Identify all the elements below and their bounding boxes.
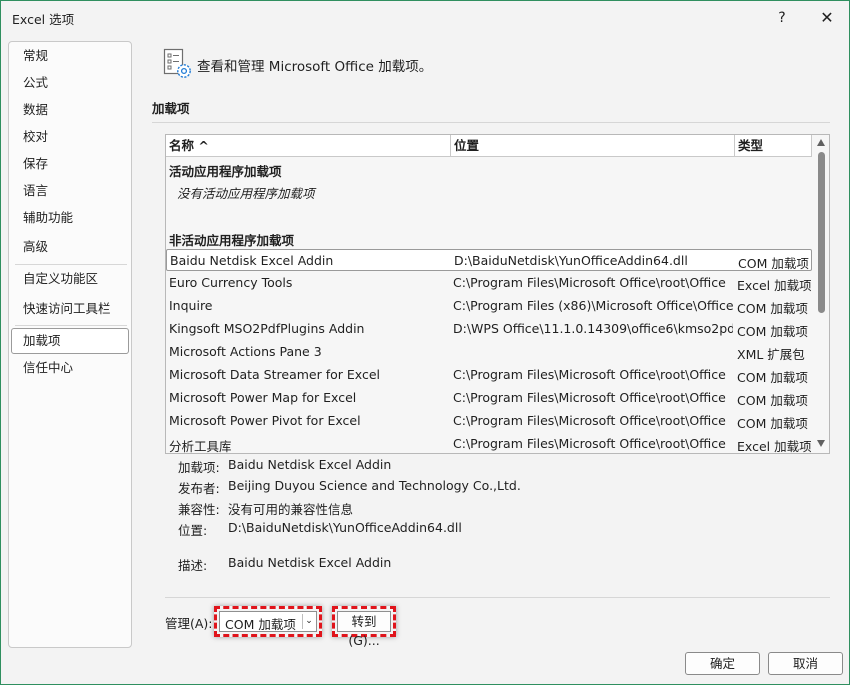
options-sidebar: 常规 公式 数据 校对 保存 语言 辅助功能 高级 自定义功能区 快速访问工具栏… — [8, 41, 132, 648]
table-row[interactable]: Euro Currency Tools C:\Program Files\Mic… — [166, 272, 812, 294]
row-name: Microsoft Power Pivot for Excel — [169, 413, 361, 428]
row-name: Kingsoft MSO2PdfPlugins Addin — [169, 321, 365, 336]
table-header: 名称 ^ 位置 类型 — [166, 135, 812, 157]
sidebar-item-advanced[interactable]: 高级 — [11, 234, 129, 260]
sidebar-item-general[interactable]: 常规 — [11, 43, 129, 69]
excel-options-dialog: Excel 选项 ? ✕ 常规 公式 数据 校对 保存 语言 辅助功能 高级 自… — [0, 0, 850, 685]
row-location: D:\WPS Office\11.1.0.14309\office6\kmso2… — [453, 321, 733, 336]
row-type: Excel 加载项 — [737, 439, 811, 454]
manage-select[interactable]: COM 加载项 ⌄ — [219, 611, 317, 632]
table-row[interactable]: Microsoft Actions Pane 3 XML 扩展包 — [166, 341, 812, 363]
chevron-down-icon[interactable]: ⌄ — [302, 614, 315, 629]
row-type: XML 扩展包 — [737, 347, 805, 362]
row-name: Euro Currency Tools — [169, 275, 293, 290]
table-row[interactable]: Microsoft Power Map for Excel C:\Program… — [166, 387, 812, 409]
detail-publisher-value: Beijing Duyou Science and Technology Co.… — [228, 478, 521, 493]
section-title: 加载项 — [152, 101, 190, 116]
row-type: COM 加载项 — [738, 256, 809, 271]
row-type: COM 加载项 — [737, 416, 808, 431]
page-description: 查看和管理 Microsoft Office 加载项。 — [197, 59, 433, 75]
group-active-addins: 活动应用程序加载项 — [169, 164, 282, 179]
window-title: Excel 选项 — [12, 12, 75, 27]
row-name: Microsoft Actions Pane 3 — [169, 344, 322, 359]
column-header-name[interactable]: 名称 ^ — [166, 135, 451, 157]
row-location: C:\Program Files\Microsoft Office\root\O… — [453, 413, 726, 428]
detail-location-value: D:\BaiduNetdisk\YunOfficeAddin64.dll — [228, 520, 462, 535]
row-location: C:\Program Files\Microsoft Office\root\O… — [453, 390, 726, 405]
sidebar-item-proofing[interactable]: 校对 — [11, 124, 129, 150]
table-row[interactable]: 分析工具库 C:\Program Files\Microsoft Office\… — [166, 433, 812, 454]
manage-label: 管理(A): — [165, 616, 213, 631]
table-row[interactable]: Microsoft Data Streamer for Excel C:\Pro… — [166, 364, 812, 386]
detail-publisher-label: 发布者: — [178, 481, 220, 496]
row-type: COM 加载项 — [737, 301, 808, 316]
active-empty-message: 没有活动应用程序加载项 — [177, 186, 315, 201]
row-location: C:\Program Files\Microsoft Office\root\O… — [453, 436, 726, 451]
scroll-thumb[interactable] — [818, 152, 825, 313]
sidebar-item-quick-access-toolbar[interactable]: 快速访问工具栏 — [11, 296, 129, 322]
sidebar-item-accessibility[interactable]: 辅助功能 — [11, 205, 129, 231]
detail-description-label: 描述: — [178, 558, 208, 573]
column-header-location[interactable]: 位置 — [451, 135, 735, 157]
sidebar-item-addins[interactable]: 加载项 — [11, 328, 129, 354]
sidebar-item-save[interactable]: 保存 — [11, 151, 129, 177]
row-type: COM 加载项 — [737, 370, 808, 385]
goto-button[interactable]: 转到(G)... — [337, 611, 391, 648]
detail-addin-label: 加载项: — [178, 460, 220, 475]
scroll-up-arrow-icon[interactable] — [817, 139, 825, 146]
detail-addin-value: Baidu Netdisk Excel Addin — [228, 457, 392, 472]
table-scrollbar[interactable] — [814, 135, 829, 453]
section-divider — [152, 122, 830, 123]
row-type: COM 加载项 — [737, 393, 808, 408]
table-row[interactable]: Kingsoft MSO2PdfPlugins Addin D:\WPS Off… — [166, 318, 812, 340]
row-type: Excel 加载项 — [737, 278, 811, 293]
detail-description-value: Baidu Netdisk Excel Addin — [228, 555, 392, 570]
row-name: Microsoft Power Map for Excel — [169, 390, 357, 405]
sidebar-item-formulas[interactable]: 公式 — [11, 70, 129, 96]
table-row[interactable]: Microsoft Power Pivot for Excel C:\Progr… — [166, 410, 812, 432]
row-name: Microsoft Data Streamer for Excel — [169, 367, 380, 382]
row-type: COM 加载项 — [737, 324, 808, 339]
ok-button[interactable]: 确定 — [685, 652, 760, 675]
detail-location-label: 位置: — [178, 523, 208, 538]
detail-compat-label: 兼容性: — [178, 502, 220, 517]
group-inactive-addins: 非活动应用程序加载项 — [169, 233, 295, 248]
row-name: Inquire — [169, 298, 213, 313]
close-button[interactable]: ✕ — [815, 7, 839, 29]
addins-table: 名称 ^ 位置 类型 活动应用程序加载项 没有活动应用程序加载项 非活动应用程序… — [165, 134, 830, 454]
bottom-divider — [165, 597, 830, 598]
sidebar-item-trust-center[interactable]: 信任中心 — [11, 355, 129, 381]
addins-gear-icon — [163, 48, 193, 80]
row-location: C:\Program Files (x86)\Microsoft Office\… — [453, 298, 733, 313]
table-row[interactable]: Baidu Netdisk Excel Addin D:\BaiduNetdis… — [166, 249, 812, 271]
sidebar-item-language[interactable]: 语言 — [11, 178, 129, 204]
column-header-type[interactable]: 类型 — [735, 135, 812, 157]
sidebar-divider — [15, 325, 127, 326]
cancel-button[interactable]: 取消 — [768, 652, 843, 675]
help-button[interactable]: ? — [771, 7, 793, 29]
row-name: 分析工具库 — [169, 439, 232, 454]
row-location: D:\BaiduNetdisk\YunOfficeAddin64.dll — [454, 253, 688, 268]
table-row[interactable]: Inquire C:\Program Files (x86)\Microsoft… — [166, 295, 812, 317]
sidebar-item-customize-ribbon[interactable]: 自定义功能区 — [11, 266, 129, 292]
title-bar: Excel 选项 ? ✕ — [1, 1, 849, 35]
manage-select-value: COM 加载项 — [225, 617, 296, 632]
row-location: C:\Program Files\Microsoft Office\root\O… — [453, 275, 726, 290]
row-name: Baidu Netdisk Excel Addin — [170, 253, 334, 268]
sidebar-divider — [15, 264, 127, 265]
sidebar-item-data[interactable]: 数据 — [11, 97, 129, 123]
row-location: C:\Program Files\Microsoft Office\root\O… — [453, 367, 726, 382]
scroll-down-arrow-icon[interactable] — [817, 440, 825, 447]
detail-compat-value: 没有可用的兼容性信息 — [228, 502, 354, 517]
